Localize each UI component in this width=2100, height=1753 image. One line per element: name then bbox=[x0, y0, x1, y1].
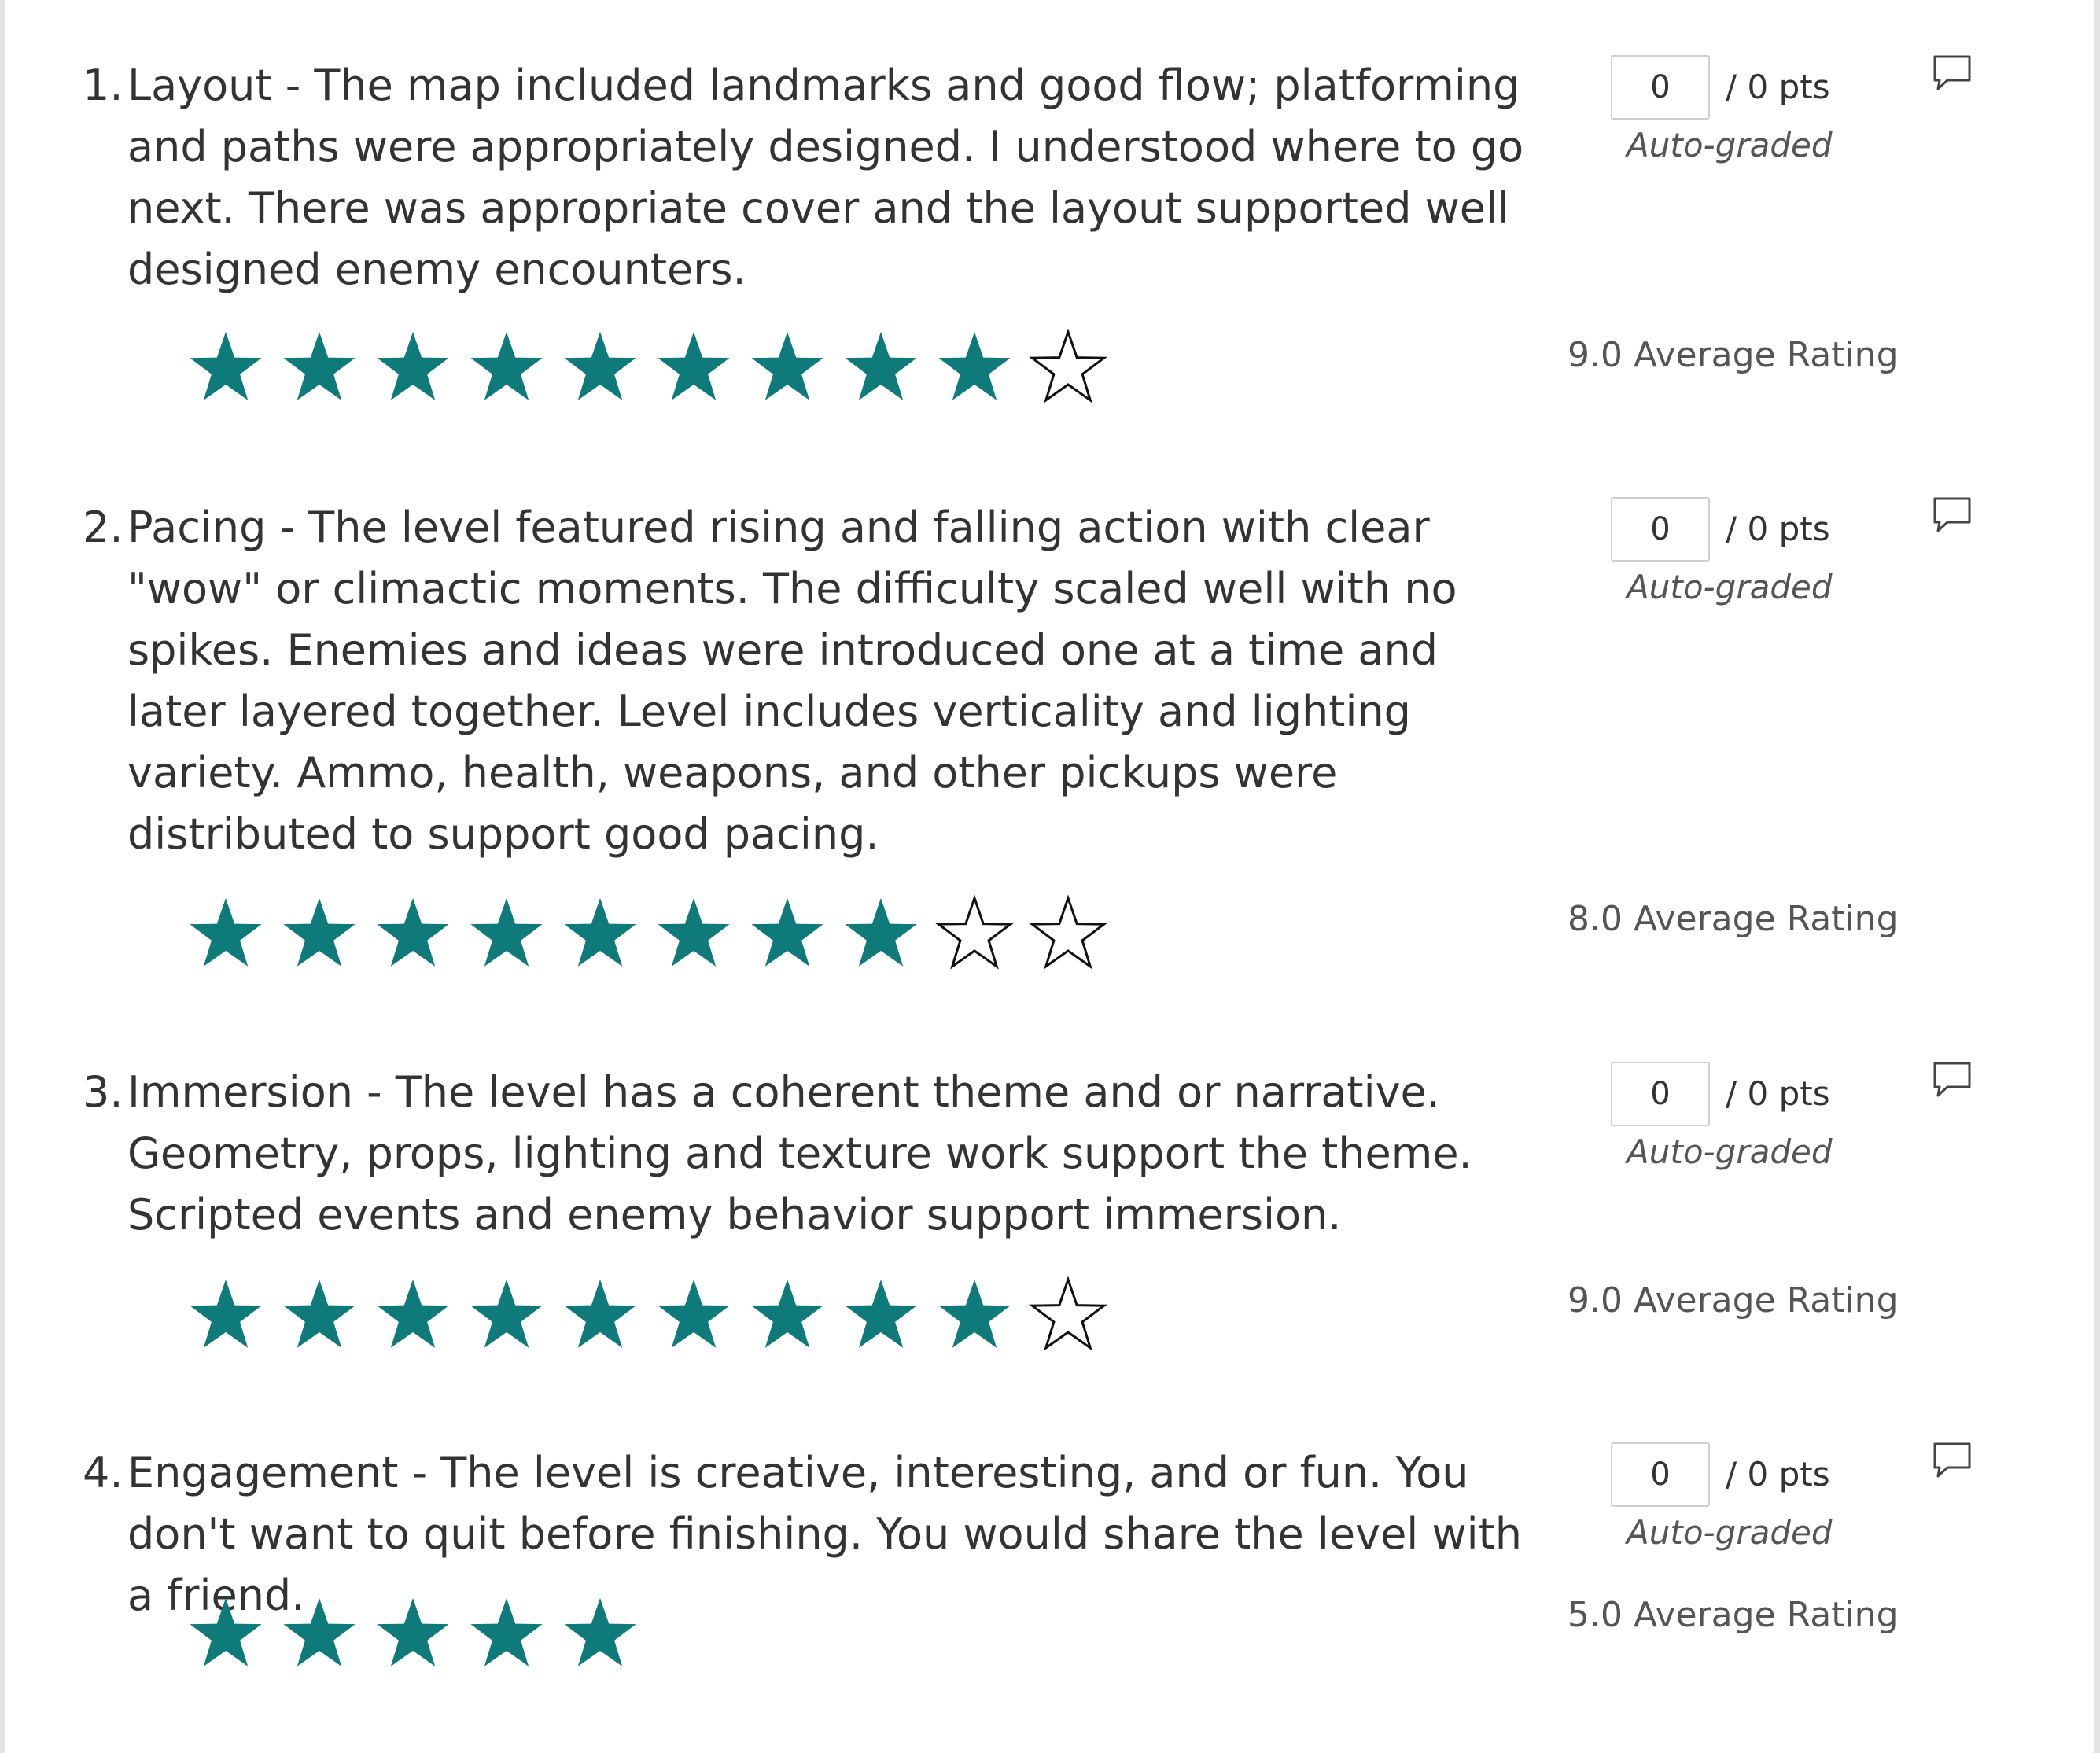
score-input[interactable] bbox=[1611, 1442, 1710, 1507]
star-filled-icon[interactable] bbox=[370, 1272, 463, 1358]
star-filled-icon[interactable] bbox=[838, 324, 931, 411]
auto-graded-label: Auto-graded bbox=[1627, 568, 1833, 606]
star-filled-icon[interactable] bbox=[557, 1272, 650, 1358]
star-filled-icon[interactable] bbox=[931, 324, 1025, 411]
points-label: / 0 pts bbox=[1726, 1074, 1830, 1113]
star-empty-icon[interactable] bbox=[1025, 890, 1118, 977]
star-filled-icon[interactable] bbox=[370, 324, 463, 411]
score-input[interactable] bbox=[1611, 497, 1710, 562]
points-label: / 0 pts bbox=[1726, 1455, 1830, 1493]
average-rating: 5.0 Average Rating bbox=[1568, 1595, 1899, 1635]
points-label: / 0 pts bbox=[1726, 68, 1830, 106]
average-rating: 9.0 Average Rating bbox=[1568, 1280, 1899, 1320]
star-filled-icon[interactable] bbox=[182, 1590, 276, 1677]
star-rating bbox=[182, 1590, 650, 1677]
page-left-border bbox=[0, 0, 5, 1753]
question-text: 1. Layout - The map included landmarks a… bbox=[83, 55, 1527, 300]
star-filled-icon[interactable] bbox=[744, 890, 838, 977]
auto-graded-label: Auto-graded bbox=[1627, 126, 1833, 164]
star-empty-icon[interactable] bbox=[1025, 1272, 1118, 1358]
star-filled-icon[interactable] bbox=[182, 1272, 276, 1358]
question-text: 3. Immersion - The level has a coherent … bbox=[83, 1062, 1527, 1246]
star-filled-icon[interactable] bbox=[463, 890, 557, 977]
star-filled-icon[interactable] bbox=[557, 890, 650, 977]
comment-icon[interactable] bbox=[1930, 1057, 1974, 1101]
question-text: 2. Pacing - The level featured rising an… bbox=[83, 497, 1527, 865]
question-number: 2. bbox=[83, 503, 123, 552]
star-filled-icon[interactable] bbox=[463, 1272, 557, 1358]
star-filled-icon[interactable] bbox=[931, 1272, 1025, 1358]
star-filled-icon[interactable] bbox=[276, 1590, 370, 1677]
page-right-border bbox=[2094, 0, 2100, 1753]
star-filled-icon[interactable] bbox=[557, 324, 650, 411]
question-body: Pacing - The level featured rising and f… bbox=[127, 503, 1457, 859]
star-filled-icon[interactable] bbox=[744, 1272, 838, 1358]
auto-graded-label: Auto-graded bbox=[1627, 1513, 1833, 1552]
star-filled-icon[interactable] bbox=[650, 890, 744, 977]
star-rating bbox=[182, 890, 1118, 977]
star-filled-icon[interactable] bbox=[370, 1590, 463, 1677]
points-label: / 0 pts bbox=[1726, 510, 1830, 548]
question-body: Immersion - The level has a coherent the… bbox=[127, 1067, 1472, 1239]
star-filled-icon[interactable] bbox=[650, 324, 744, 411]
star-filled-icon[interactable] bbox=[182, 324, 276, 411]
average-rating: 8.0 Average Rating bbox=[1568, 899, 1899, 939]
star-rating bbox=[182, 1272, 1118, 1358]
star-empty-icon[interactable] bbox=[1025, 324, 1118, 411]
star-filled-icon[interactable] bbox=[838, 890, 931, 977]
question-number: 4. bbox=[83, 1448, 123, 1497]
auto-graded-label: Auto-graded bbox=[1627, 1132, 1833, 1171]
average-rating: 9.0 Average Rating bbox=[1568, 335, 1899, 375]
star-filled-icon[interactable] bbox=[838, 1272, 931, 1358]
star-filled-icon[interactable] bbox=[557, 1590, 650, 1677]
star-filled-icon[interactable] bbox=[370, 890, 463, 977]
star-empty-icon[interactable] bbox=[931, 890, 1025, 977]
star-filled-icon[interactable] bbox=[463, 1590, 557, 1677]
score-input[interactable] bbox=[1611, 1062, 1710, 1126]
question-body: Layout - The map included landmarks and … bbox=[127, 61, 1524, 294]
star-filled-icon[interactable] bbox=[276, 890, 370, 977]
star-filled-icon[interactable] bbox=[650, 1272, 744, 1358]
comment-icon[interactable] bbox=[1930, 492, 1974, 536]
star-filled-icon[interactable] bbox=[276, 1272, 370, 1358]
star-filled-icon[interactable] bbox=[276, 324, 370, 411]
comment-icon[interactable] bbox=[1930, 1438, 1974, 1482]
score-input[interactable] bbox=[1611, 55, 1710, 120]
star-filled-icon[interactable] bbox=[182, 890, 276, 977]
star-filled-icon[interactable] bbox=[463, 324, 557, 411]
star-filled-icon[interactable] bbox=[744, 324, 838, 411]
question-number: 3. bbox=[83, 1067, 123, 1117]
star-rating bbox=[182, 324, 1118, 411]
comment-icon[interactable] bbox=[1930, 50, 1974, 94]
question-number: 1. bbox=[83, 61, 123, 110]
